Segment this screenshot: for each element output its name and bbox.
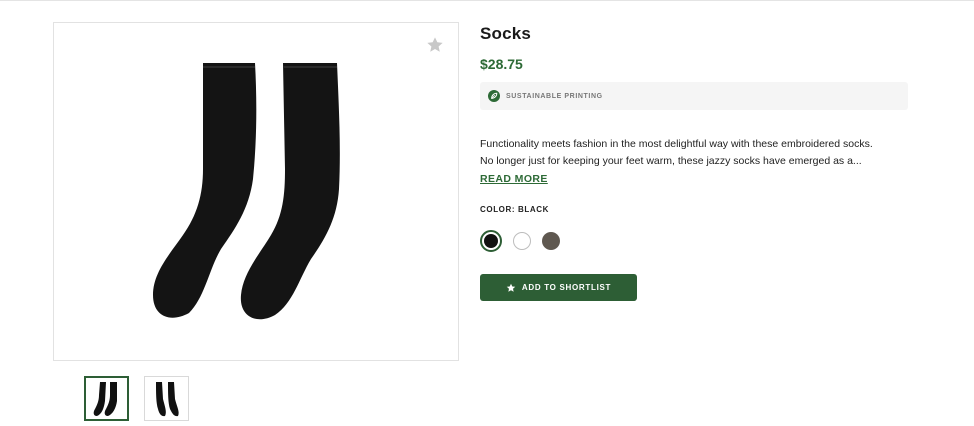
thumbnail-1[interactable]: [84, 376, 129, 421]
product-image-frame: [53, 22, 459, 361]
read-more-link[interactable]: READ MORE: [480, 173, 548, 185]
star-icon[interactable]: [426, 36, 444, 54]
color-swatch-charcoal[interactable]: [542, 232, 560, 250]
product-description: Functionality meets fashion in the most …: [480, 136, 908, 169]
color-label: COLOR: BLACK: [480, 205, 549, 214]
sustainable-badge: SUSTAINABLE PRINTING: [480, 82, 908, 110]
add-to-shortlist-button[interactable]: ADD TO SHORTLIST: [480, 274, 637, 301]
top-divider: [0, 0, 974, 1]
thumbnail-image: [93, 381, 117, 416]
shortlist-label: ADD TO SHORTLIST: [521, 283, 612, 292]
star-icon: [506, 283, 516, 292]
product-image: [153, 63, 340, 320]
color-swatches: [480, 230, 908, 252]
color-swatch-white[interactable]: [513, 232, 531, 250]
thumbnail-image: [155, 381, 179, 416]
description-line: No longer just for keeping your feet war…: [480, 154, 862, 167]
leaf-icon: [488, 90, 500, 102]
color-swatch-black[interactable]: [480, 230, 502, 252]
product-price: $28.75: [480, 56, 523, 72]
thumbnail-strip: [84, 376, 189, 421]
product-info: Socks $28.75 SUSTAINABLE PRINTING Functi…: [480, 24, 908, 301]
badge-text: SUSTAINABLE PRINTING: [506, 92, 603, 100]
description-line: Functionality meets fashion in the most …: [480, 138, 873, 150]
thumbnail-2[interactable]: [144, 376, 189, 421]
product-title: Socks: [480, 24, 532, 43]
